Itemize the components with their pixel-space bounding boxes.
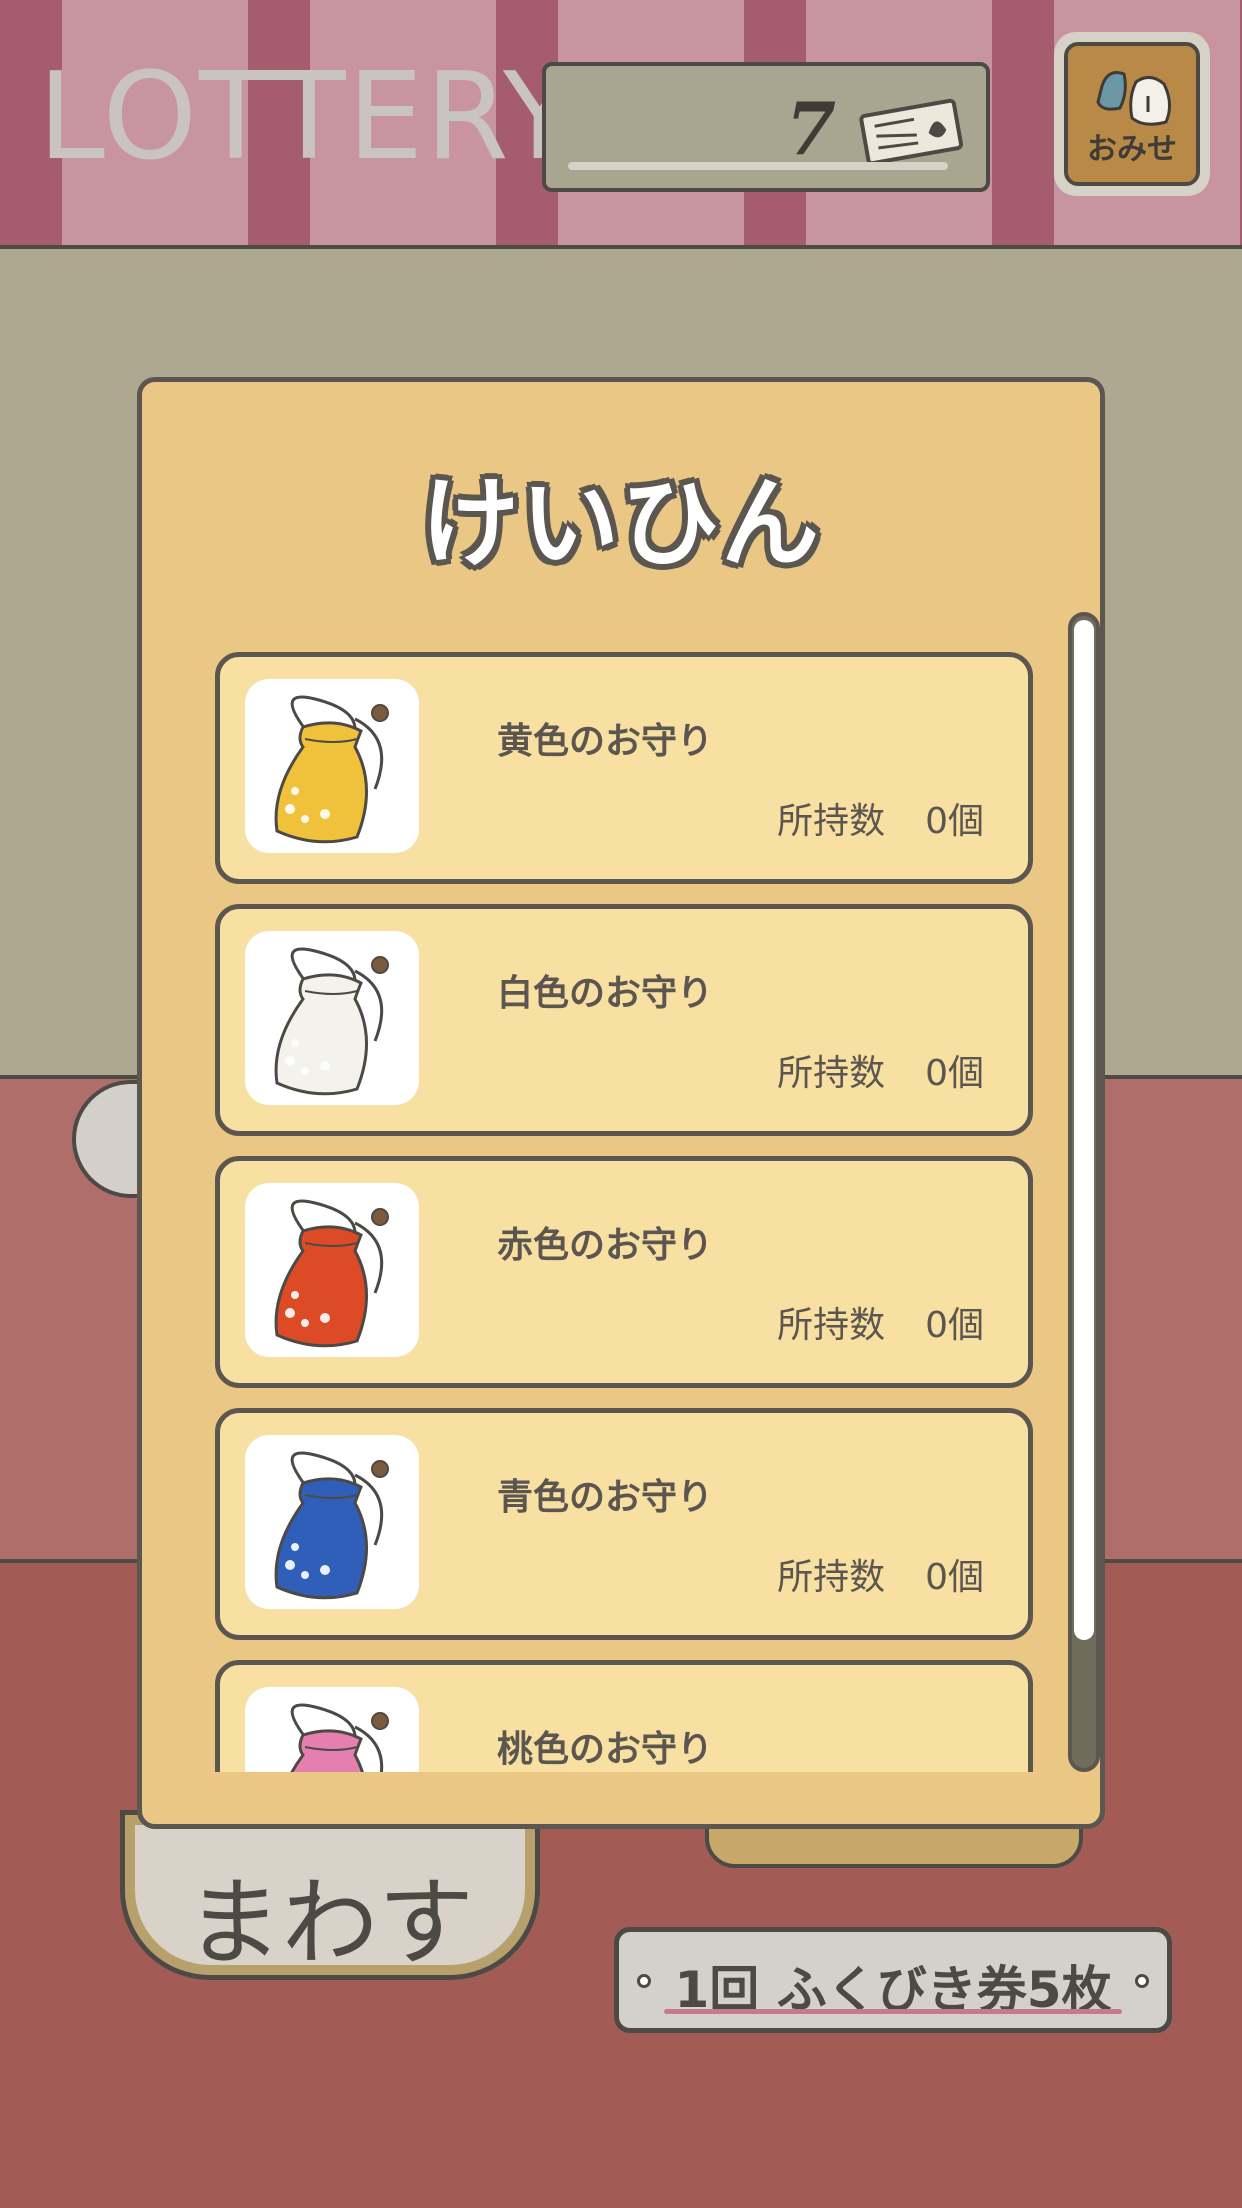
prize-item[interactable]: 黄色のお守り所持数 0個	[215, 652, 1033, 884]
shop-bag-icon	[1096, 71, 1171, 126]
owned-value: 0個	[925, 1305, 984, 1346]
shop-button-face: おみせ	[1064, 42, 1200, 186]
cost-label-plate: 1回 ふくびき券5枚	[614, 1927, 1172, 2033]
prize-item-name: 白色のお守り	[497, 973, 714, 1014]
owned-label: 所持数	[777, 801, 886, 842]
ticket-counter: 7	[542, 62, 990, 192]
panel-title: けいひん	[420, 467, 821, 581]
prize-item[interactable]: 白色のお守り所持数 0個	[215, 904, 1033, 1136]
omamori-pouch-icon	[245, 679, 419, 853]
ticket-icon	[859, 98, 963, 166]
prize-item[interactable]: 赤色のお守り所持数 0個	[215, 1156, 1033, 1388]
ticket-divider	[568, 162, 948, 170]
owned-label: 所持数	[777, 1053, 886, 1094]
owned-label: 所持数	[777, 1305, 886, 1346]
spin-label: まわす	[186, 1867, 474, 1979]
scrollbar-thumb[interactable]	[1074, 620, 1094, 1640]
scrollbar[interactable]	[1068, 612, 1100, 1772]
owned-value: 0個	[925, 801, 984, 842]
spin-button[interactable]: まわす	[120, 1810, 540, 1980]
omamori-pouch-icon	[245, 1183, 419, 1357]
prize-item-owned: 所持数 0個	[777, 1296, 984, 1348]
cost-underline	[664, 2009, 1122, 2014]
prize-panel: けいひん 黄色のお守り 所持数 0個 白色のお守り 所持数 0個 赤色のお守り 所持数 0個 青色…	[137, 377, 1105, 1829]
shop-label: おみせ	[1087, 132, 1177, 167]
prize-item-owned: 所持数 0個	[777, 792, 984, 844]
prize-item-name: 桃色のお守り	[497, 1729, 714, 1770]
prize-item-name: 黄色のお守り	[497, 721, 714, 762]
prize-item-owned: 所持数 0個	[777, 1548, 984, 1600]
shop-button[interactable]: おみせ	[1054, 32, 1210, 196]
prize-item[interactable]: 桃色のお守り所持数0個	[215, 1660, 1033, 1772]
owned-label: 所持数	[777, 1557, 886, 1598]
ticket-count: 7	[785, 86, 836, 171]
prize-item-name: 青色のお守り	[497, 1477, 714, 1518]
prize-item-name: 赤色のお守り	[497, 1225, 714, 1266]
prize-item-owned: 所持数 0個	[777, 1044, 984, 1096]
omamori-pouch-icon	[245, 931, 419, 1105]
omamori-pouch-icon	[245, 1435, 419, 1609]
page-title: LOTTERY	[38, 48, 579, 187]
omamori-pouch-icon	[245, 1687, 419, 1772]
prize-item[interactable]: 青色のお守り所持数 0個	[215, 1408, 1033, 1640]
owned-value: 0個	[925, 1557, 984, 1598]
owned-value: 0個	[925, 1053, 984, 1094]
prize-list[interactable]: 黄色のお守り 所持数 0個 白色のお守り 所持数 0個 赤色のお守り 所持数 0個 青色のお守り所…	[215, 652, 1033, 1772]
